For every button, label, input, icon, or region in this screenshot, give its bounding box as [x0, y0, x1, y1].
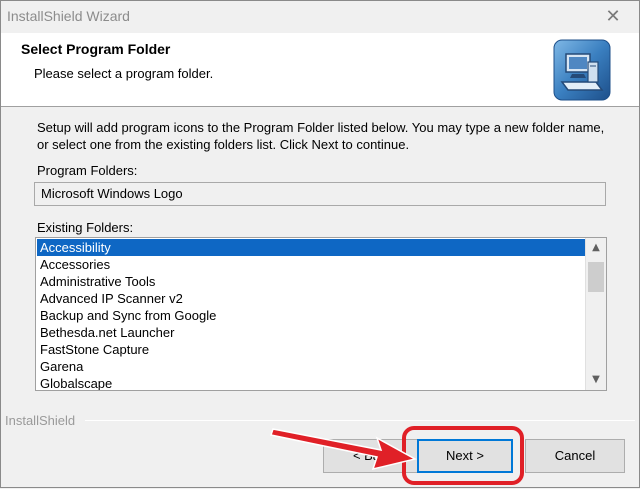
existing-folders-label: Existing Folders: — [37, 220, 134, 235]
list-item[interactable]: Backup and Sync from Google — [37, 307, 585, 324]
list-item[interactable]: Advanced IP Scanner v2 — [37, 290, 585, 307]
installshield-wizard-window: InstallShield Wizard ✕ Select Program Fo… — [0, 0, 640, 488]
wizard-header: Select Program Folder Please select a pr… — [1, 33, 639, 107]
program-folder-input[interactable]: Microsoft Windows Logo — [34, 182, 606, 206]
scroll-up-arrow-icon[interactable]: ▲ — [586, 238, 606, 258]
window-title: InstallShield Wizard — [7, 8, 130, 24]
list-item[interactable]: Accessibility — [37, 239, 585, 256]
program-folders-label: Program Folders: — [37, 163, 138, 178]
page-title: Select Program Folder — [21, 41, 171, 57]
scroll-down-arrow-icon[interactable]: ▼ — [586, 370, 606, 390]
vertical-scrollbar[interactable]: ▲ ▼ — [585, 238, 606, 390]
back-button[interactable]: < Back — [323, 439, 423, 473]
installshield-brand-label: InstallShield — [5, 413, 76, 428]
list-item[interactable]: Accessories — [37, 256, 585, 273]
cancel-button[interactable]: Cancel — [525, 439, 625, 473]
title-bar: InstallShield Wizard ✕ — [1, 1, 639, 33]
list-item[interactable]: Globalscape — [37, 375, 585, 390]
list-item[interactable]: Garena — [37, 358, 585, 375]
existing-folders-list[interactable]: Accessibility Accessories Administrative… — [35, 237, 607, 391]
list-item[interactable]: FastStone Capture — [37, 341, 585, 358]
page-subtitle: Please select a program folder. — [34, 66, 214, 81]
list-item[interactable]: Administrative Tools — [37, 273, 585, 290]
close-button[interactable]: ✕ — [593, 2, 633, 32]
installer-computer-icon — [553, 39, 611, 101]
next-button[interactable]: Next > — [417, 439, 513, 473]
scroll-thumb[interactable] — [588, 262, 604, 292]
list-item[interactable]: Bethesda.net Launcher — [37, 324, 585, 341]
footer-divider — [85, 420, 635, 421]
setup-description: Setup will add program icons to the Prog… — [37, 120, 605, 152]
